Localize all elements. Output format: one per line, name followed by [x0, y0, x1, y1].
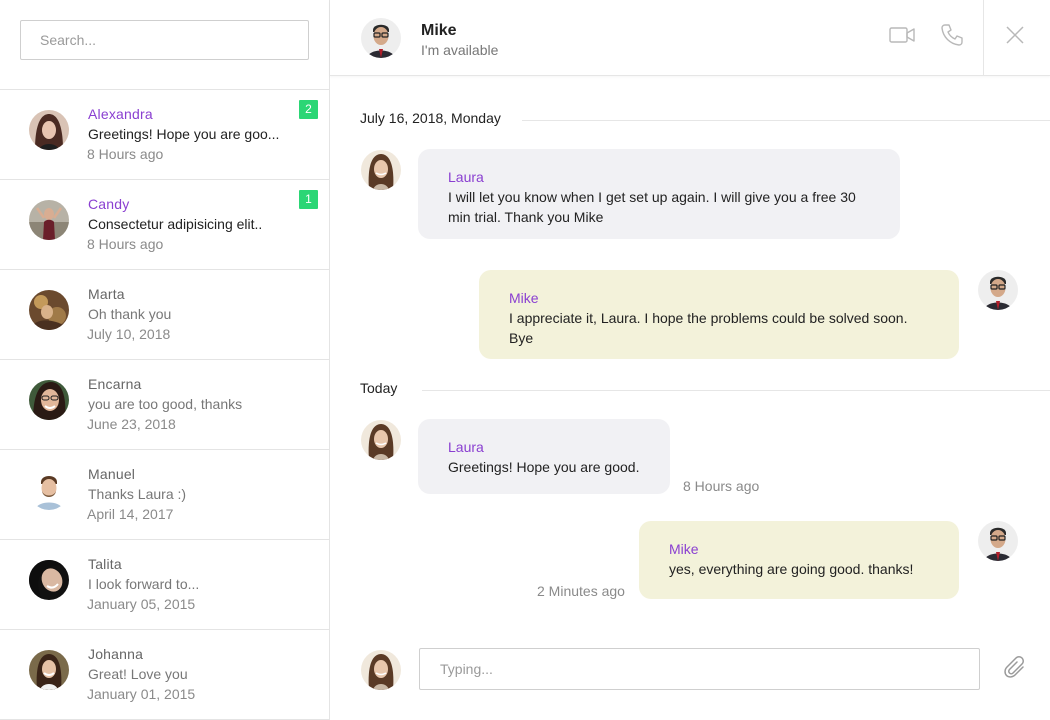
contact-last-message: I look forward to... — [88, 576, 200, 592]
contact-last-message: Thanks Laura :) — [88, 486, 187, 502]
message-text: yes, everything are going good. thanks! — [669, 561, 914, 577]
message-time: 2 Minutes ago — [537, 583, 625, 599]
contact-name: Johanna — [88, 646, 144, 662]
contact-list: Alexandra Greetings! Hope you are goo...… — [0, 90, 329, 720]
contact-last-message: you are too good, thanks — [88, 396, 243, 412]
contact-last-message: Great! Love you — [88, 666, 188, 682]
unread-count-badge: 2 — [299, 100, 318, 119]
message-sender: Laura — [448, 169, 484, 185]
contact-item-encarna[interactable]: Encarna you are too good, thanks June 23… — [0, 360, 329, 450]
avatar — [29, 110, 69, 150]
contact-name: Marta — [88, 286, 125, 302]
contact-time: January 05, 2015 — [87, 596, 196, 612]
date-label: Today — [360, 380, 398, 396]
chat-panel: Mike I'm available July 16, 2018, Monday… — [330, 0, 1050, 720]
avatar — [29, 200, 69, 240]
date-label: July 16, 2018, Monday — [360, 110, 501, 126]
message-sender: Laura — [448, 439, 484, 455]
contact-last-message: Greetings! Hope you are goo... — [88, 126, 280, 142]
avatar — [361, 650, 401, 690]
avatar — [361, 420, 401, 460]
contact-time: 8 Hours ago — [87, 236, 164, 252]
message-text: I appreciate it, Laura. I hope the probl… — [509, 310, 908, 346]
avatar — [29, 560, 69, 600]
contact-item-candy[interactable]: Candy Consectetur adipisicing elit.. 8 H… — [0, 180, 329, 270]
avatar — [978, 521, 1018, 561]
contact-time: June 23, 2018 — [87, 416, 176, 432]
avatar — [29, 650, 69, 690]
chat-contact-name: Mike — [421, 22, 457, 39]
conversation-sidebar: Alexandra Greetings! Hope you are goo...… — [0, 0, 330, 720]
contact-last-message: Oh thank you — [88, 306, 172, 322]
message-bubble: Laura Greetings! Hope you are good. — [418, 419, 670, 494]
close-chat-button[interactable] — [1000, 22, 1030, 52]
message-input[interactable] — [419, 648, 980, 690]
video-call-button[interactable] — [887, 22, 917, 52]
contact-item-johanna[interactable]: Johanna Great! Love you January 01, 2015 — [0, 630, 329, 720]
attach-file-button[interactable] — [1000, 654, 1030, 684]
divider — [422, 390, 1050, 391]
unread-count-badge: 1 — [299, 190, 318, 209]
message-text: I will let you know when I get set up ag… — [448, 189, 856, 225]
avatar — [978, 270, 1018, 310]
date-separator: July 16, 2018, Monday — [330, 110, 1050, 130]
contact-name: Candy — [88, 196, 130, 212]
contact-item-manuel[interactable]: Manuel Thanks Laura :) April 14, 2017 — [0, 450, 329, 540]
close-icon — [1005, 25, 1025, 50]
voice-call-button[interactable] — [937, 22, 967, 52]
search-input[interactable] — [20, 20, 309, 60]
contact-item-talita[interactable]: Talita I look forward to... January 05, … — [0, 540, 329, 630]
message-text: Greetings! Hope you are good. — [448, 459, 640, 475]
contact-name: Alexandra — [88, 106, 153, 122]
avatar — [361, 150, 401, 190]
contact-name: Manuel — [88, 466, 136, 482]
message-time: 8 Hours ago — [683, 478, 760, 494]
avatar — [29, 290, 69, 330]
chat-contact-status: I'm available — [421, 42, 499, 58]
contact-item-marta[interactable]: Marta Oh thank you July 10, 2018 — [0, 270, 329, 360]
divider — [522, 120, 1050, 121]
message-bubble: Laura I will let you know when I get set… — [418, 149, 900, 239]
contact-time: January 01, 2015 — [87, 686, 196, 702]
paperclip-icon — [1003, 655, 1027, 684]
date-separator: Today — [330, 380, 1050, 400]
phone-icon — [940, 23, 964, 52]
contact-name: Talita — [88, 556, 122, 572]
video-camera-icon — [889, 26, 915, 49]
contact-time: July 10, 2018 — [87, 326, 171, 342]
contact-last-message: Consectetur adipisicing elit.. — [88, 216, 263, 232]
message-sender: Mike — [509, 290, 539, 306]
message-bubble: Mike I appreciate it, Laura. I hope the … — [479, 270, 959, 359]
message-bubble: Mike yes, everything are going good. tha… — [639, 521, 959, 599]
avatar — [29, 380, 69, 420]
contact-time: April 14, 2017 — [87, 506, 174, 522]
avatar — [361, 18, 401, 58]
message-sender: Mike — [669, 541, 699, 557]
chat-header: Mike I'm available — [330, 0, 1050, 76]
avatar — [29, 470, 69, 510]
contact-item-alexandra[interactable]: Alexandra Greetings! Hope you are goo...… — [0, 90, 329, 180]
contact-name: Encarna — [88, 376, 142, 392]
search-bar — [0, 0, 329, 90]
contact-time: 8 Hours ago — [87, 146, 164, 162]
header-divider — [983, 0, 984, 76]
